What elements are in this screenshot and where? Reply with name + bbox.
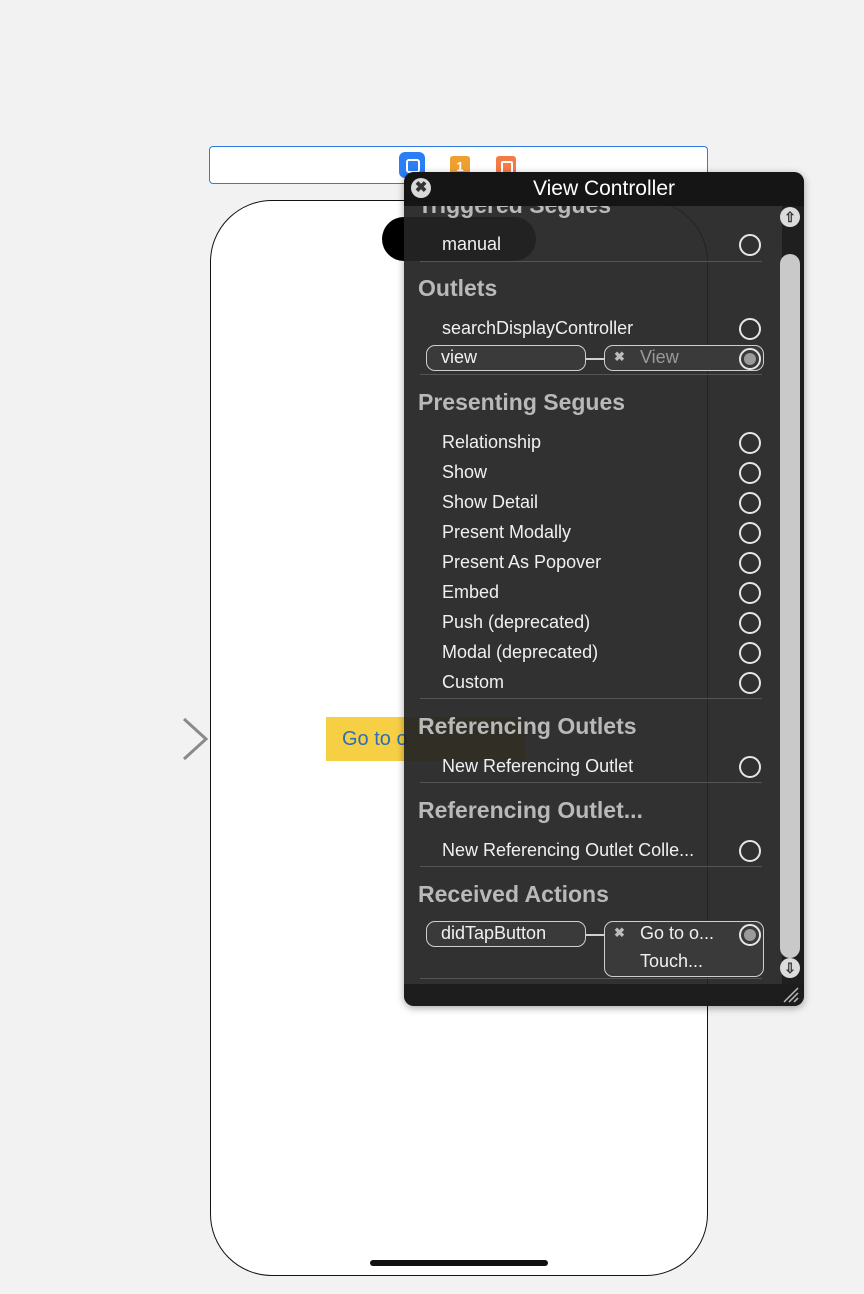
outlet-view-pill[interactable]: view (426, 345, 586, 371)
resize-grip-icon[interactable] (780, 984, 800, 1004)
connection-circle-custom[interactable] (739, 672, 761, 694)
row-present-modally: Present Modally (442, 522, 572, 542)
hud-title: View Controller (532, 177, 675, 200)
section-title-presenting-segues: Presenting Segues (418, 389, 626, 415)
connection-circle-show-detail[interactable] (739, 492, 761, 514)
connection-line (586, 358, 604, 360)
connection-circle-relationship[interactable] (739, 432, 761, 454)
divider (420, 261, 762, 262)
row-custom: Custom (442, 672, 505, 692)
connection-circle-action-filled[interactable] (739, 924, 761, 946)
section-title-received-actions: Received Actions (418, 881, 609, 907)
connection-circle-new-referencing-outlet-collection[interactable] (739, 840, 761, 862)
scroll-up-icon[interactable]: ⇧ (780, 207, 800, 227)
row-embed: Embed (442, 582, 500, 602)
connection-line (586, 934, 604, 936)
connection-circle-present-modally[interactable] (739, 522, 761, 544)
row-new-referencing-outlet: New Referencing Outlet (442, 756, 634, 776)
connection-circle-view-filled[interactable] (739, 348, 761, 370)
row-present-as-popover: Present As Popover (442, 552, 602, 572)
connection-circle-manual[interactable] (739, 234, 761, 256)
outlet-view-target-label: View (640, 347, 679, 367)
connection-circle-present-as-popover[interactable] (739, 552, 761, 574)
row-manual: manual (442, 234, 502, 254)
section-title-triggered-segues: Triggered Segues (418, 206, 611, 219)
divider (420, 866, 762, 867)
row-relationship: Relationship (442, 432, 542, 452)
storyboard-entry-arrow-icon[interactable] (80, 712, 215, 768)
section-title-outlets: Outlets (418, 275, 498, 301)
row-push-deprecated: Push (deprecated) (442, 612, 591, 632)
hud-content: Triggered Segues manual Outlets searchDi… (404, 206, 782, 984)
row-search-display-controller: searchDisplayController (442, 318, 634, 338)
scrollbar-thumb[interactable] (780, 254, 800, 958)
row-show-detail: Show Detail (442, 492, 539, 512)
connection-circle-push[interactable] (739, 612, 761, 634)
section-title-referencing-outlet-collections: Referencing Outlet... (418, 797, 643, 823)
scroll-down-icon[interactable]: ⇩ (780, 958, 800, 978)
hud-titlebar[interactable]: View Controller ✖ (404, 172, 804, 206)
disconnect-x-icon[interactable]: ✖ (614, 925, 625, 941)
connection-circle-new-referencing-outlet[interactable] (739, 756, 761, 778)
section-title-referencing-outlets: Referencing Outlets (418, 713, 637, 739)
divider (420, 978, 762, 979)
row-show: Show (442, 462, 488, 482)
action-target-event: Touch... (640, 951, 704, 971)
row-new-referencing-outlet-collection: New Referencing Outlet Colle... (442, 840, 695, 860)
home-indicator (370, 1260, 548, 1266)
disconnect-x-icon[interactable]: ✖ (614, 349, 625, 365)
divider (420, 374, 762, 375)
close-icon[interactable]: ✖ (411, 178, 431, 198)
row-modal-deprecated: Modal (deprecated) (442, 642, 599, 662)
connection-circle-show[interactable] (739, 462, 761, 484)
connection-circle-modal[interactable] (739, 642, 761, 664)
action-target-label: Go to o... (640, 923, 715, 943)
connections-hud-panel: Triggered Segues manual Outlets searchDi… (404, 172, 804, 1006)
divider (420, 782, 762, 783)
action-did-tap-button-pill[interactable]: didTapButton (426, 921, 586, 947)
divider (420, 698, 762, 699)
connection-circle-embed[interactable] (739, 582, 761, 604)
hud-bottom-bar (404, 984, 804, 1006)
connection-circle-search-display-controller[interactable] (739, 318, 761, 340)
